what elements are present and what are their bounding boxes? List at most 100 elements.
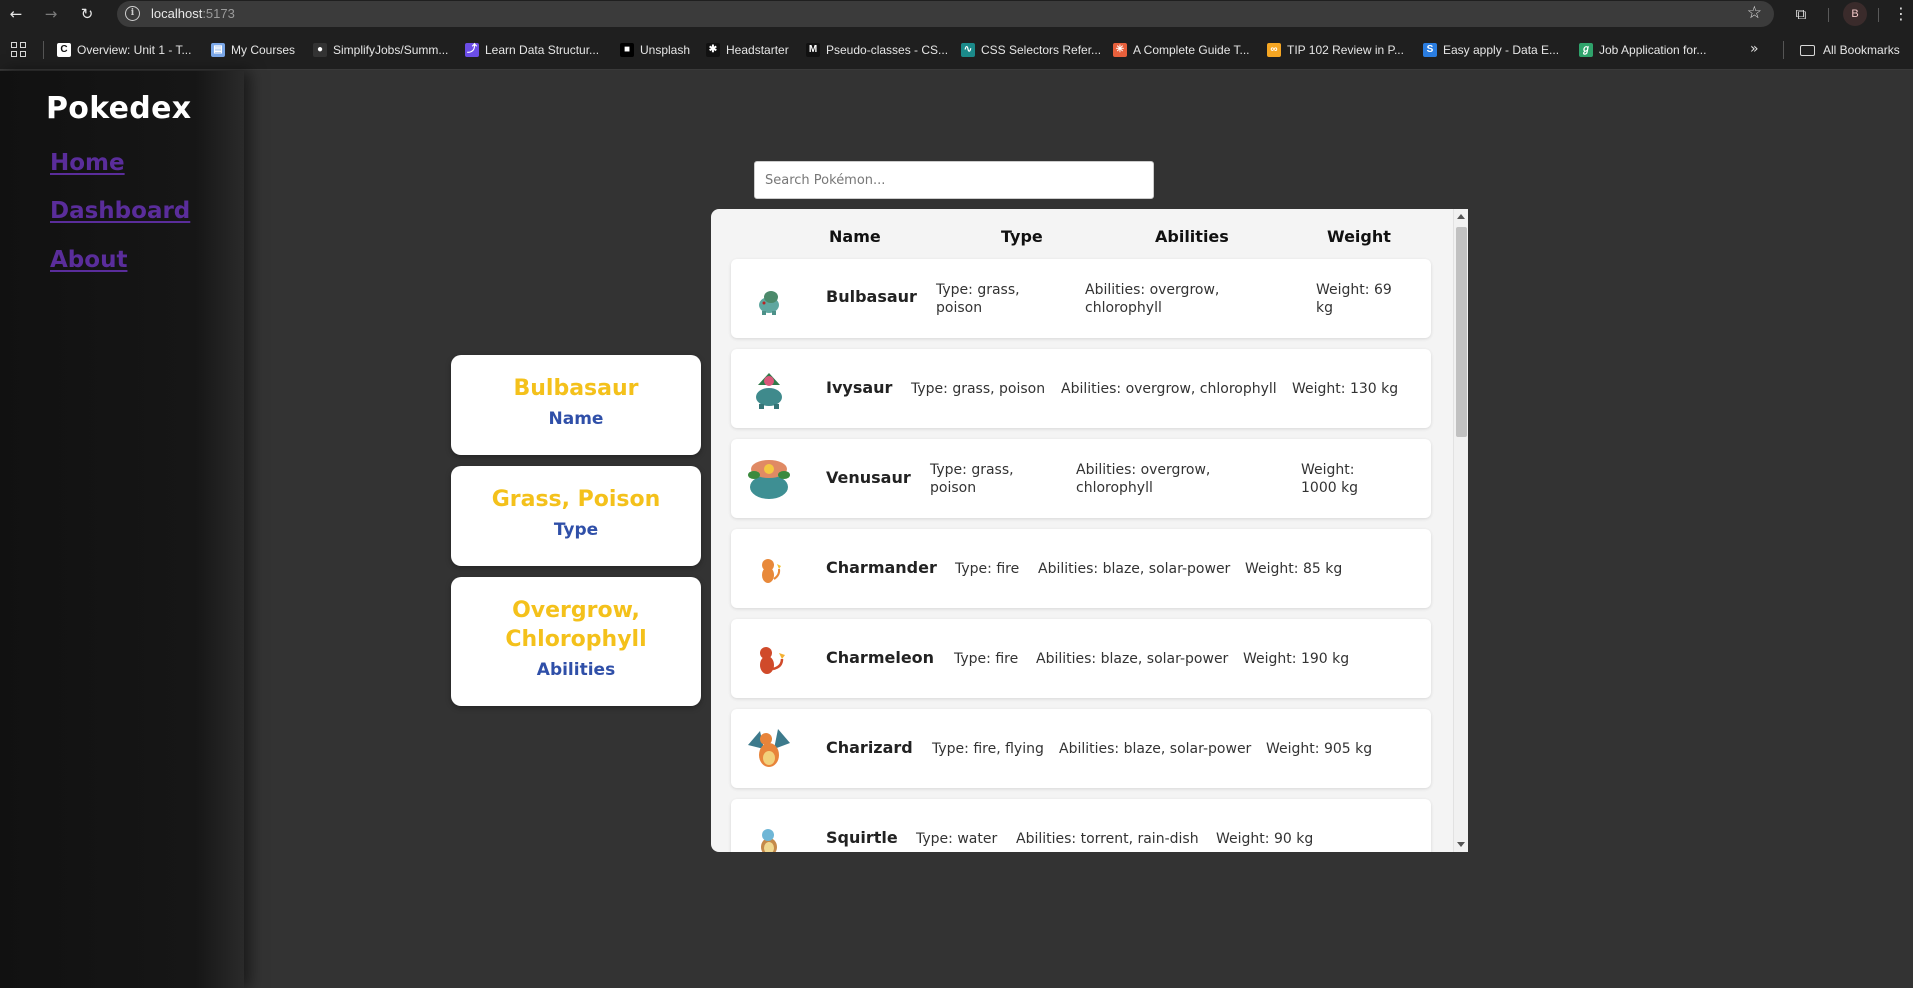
summary-card-value: Bulbasaur <box>513 376 639 401</box>
nav-link-about[interactable]: About <box>50 247 127 273</box>
pokemon-abilities: Abilities: blaze, solar-power <box>1038 561 1231 577</box>
apps-grid-icon[interactable] <box>11 42 27 58</box>
pokemon-type: Type: grass, poison <box>936 282 1020 316</box>
table-row[interactable]: Bulbasaur Type: grass, poison Abilities:… <box>731 259 1431 338</box>
all-bookmarks-label: All Bookmarks <box>1823 43 1900 57</box>
bookmark-item[interactable]: ⤴ Learn Data Structur... <box>465 40 599 60</box>
dsa-icon: ⤴ <box>465 43 479 57</box>
summary-card-value: Grass, Poison <box>491 487 661 512</box>
bookmark-item[interactable]: ▤ My Courses <box>211 40 295 60</box>
bookmark-item[interactable]: S Easy apply - Data E... <box>1423 40 1559 60</box>
pokemon-type: Type: fire <box>954 651 1019 667</box>
summary-card-label: Abilities <box>536 660 616 680</box>
reload-icon[interactable]: ↻ <box>77 4 97 24</box>
charmander-sprite-icon <box>762 559 781 583</box>
codepath-icon: ∞ <box>1267 43 1281 57</box>
pokemon-weight: Weight: 130 kg <box>1292 381 1399 397</box>
bookmark-label: My Courses <box>231 43 296 57</box>
search-input[interactable] <box>754 161 1154 199</box>
table-row[interactable]: Charmeleon Type: fire Abilities: blaze, … <box>731 619 1431 698</box>
bookmark-item[interactable]: ■ Unsplash <box>620 40 690 60</box>
pokemon-name: Venusaur <box>826 468 911 487</box>
table-header: Name Type Abilities Weight <box>711 209 1453 257</box>
nav-link-home[interactable]: Home <box>50 150 125 176</box>
bookmark-item[interactable]: ∞ TIP 102 Review in P... <box>1267 40 1404 60</box>
table-row[interactable]: Squirtle Type: water Abilities: torrent,… <box>731 799 1431 852</box>
bookmark-label: Headstarter <box>726 43 789 57</box>
summary-card-name: Bulbasaur Name <box>451 355 701 455</box>
url-text[interactable]: localhost:5173 <box>151 6 235 21</box>
pokemon-weight: Weight: 1000 kg <box>1301 462 1359 496</box>
table-row[interactable]: Charmander Type: fire Abilities: blaze, … <box>731 529 1431 608</box>
pokemon-abilities: Abilities: overgrow, chlorophyll <box>1085 282 1220 316</box>
pokemon-type: Type: fire <box>955 561 1020 577</box>
address-bar[interactable]: i localhost:5173 ☆ <box>117 1 1774 27</box>
pokemon-weight: Weight: 85 kg <box>1245 561 1343 577</box>
css-tricks-icon: ✳ <box>1113 43 1127 57</box>
courses-icon: ▤ <box>211 43 225 57</box>
pokemon-name: Bulbasaur <box>826 287 917 306</box>
pokemon-abilities: Abilities: overgrow, chlorophyll <box>1076 462 1211 496</box>
summary-card-type: Grass, Poison Type <box>451 466 701 566</box>
pokemon-weight: Weight: 190 kg <box>1243 651 1350 667</box>
github-icon: ● <box>313 43 327 57</box>
column-header-name: Name <box>829 227 881 246</box>
summary-card-label: Name <box>548 409 604 429</box>
scroll-down-arrow-icon[interactable] <box>1457 842 1465 847</box>
column-header-weight: Weight <box>1327 227 1391 246</box>
list-scrollbar[interactable] <box>1453 209 1468 852</box>
bookmarks-divider <box>43 41 44 59</box>
extensions-icon[interactable]: ⧉ <box>1791 4 1811 24</box>
scroll-up-arrow-icon[interactable] <box>1457 214 1465 219</box>
app-brand: Pokedex <box>46 91 192 126</box>
bookmark-label: Learn Data Structur... <box>485 43 600 57</box>
bookmark-item[interactable]: ● SimplifyJobs/Summ... <box>313 40 448 60</box>
pokemon-list-panel[interactable]: Name Type Abilities Weight Bulbasaur Typ… <box>711 209 1468 852</box>
pokemon-abilities: Abilities: overgrow, chlorophyll <box>1061 381 1277 397</box>
profile-avatar[interactable]: B <box>1843 2 1867 26</box>
bookmark-label: SimplifyJobs/Summ... <box>333 43 449 57</box>
simplify-icon: S <box>1423 43 1437 57</box>
canvas-icon: C <box>57 43 71 57</box>
pokemon-name: Ivysaur <box>826 378 893 397</box>
all-bookmarks-button[interactable]: All Bookmarks <box>1800 40 1900 60</box>
folder-icon <box>1800 44 1815 56</box>
bookmark-item[interactable]: ∿ CSS Selectors Refer... <box>961 40 1101 60</box>
table-row[interactable]: Ivysaur Type: grass, poison Abilities: o… <box>731 349 1431 428</box>
bookmark-item[interactable]: ✳ A Complete Guide T... <box>1113 40 1250 60</box>
bookmark-item[interactable]: ℊ Job Application for... <box>1579 40 1706 60</box>
pokemon-name: Charmeleon <box>826 648 935 667</box>
pokemon-weight: Weight: 905 kg <box>1266 741 1373 757</box>
pokemon-weight: Weight: 90 kg <box>1216 831 1314 847</box>
pokemon-weight: Weight: 69 kg <box>1316 282 1392 316</box>
sidebar: Pokedex Home Dashboard About <box>0 71 244 988</box>
greenhouse-icon: ℊ <box>1579 43 1593 57</box>
bookmark-item[interactable]: M Pseudo-classes - CS... <box>806 40 948 60</box>
pokemon-name: Charmander <box>826 558 937 577</box>
more-bookmarks-icon[interactable]: » <box>1750 41 1759 57</box>
table-row[interactable]: Charizard Type: fire, flying Abilities: … <box>731 709 1431 788</box>
bookmark-item[interactable]: C Overview: Unit 1 - T... <box>57 40 191 60</box>
nav-link-dashboard[interactable]: Dashboard <box>50 198 190 224</box>
bulbasaur-sprite-icon <box>759 291 779 315</box>
scrollbar-thumb[interactable] <box>1456 227 1467 437</box>
bookmark-star-icon[interactable]: ☆ <box>1747 3 1762 23</box>
bookmark-label: Unsplash <box>640 43 691 57</box>
site-info-icon[interactable]: i <box>125 6 140 21</box>
menu-dots-icon[interactable]: ⋮ <box>1893 4 1909 23</box>
pokemon-name: Charizard <box>826 738 913 757</box>
table-row[interactable]: Venusaur Type: grass, poison Abilities: … <box>731 439 1431 518</box>
squirtle-sprite-icon <box>761 829 777 852</box>
pokemon-type: Type: grass, poison <box>911 381 1046 397</box>
column-header-type: Type <box>1001 227 1043 246</box>
back-icon[interactable]: ← <box>6 4 26 24</box>
pokemon-abilities: Abilities: torrent, rain-dish <box>1016 831 1199 847</box>
summary-card-abilities: Overgrow, Chlorophyll Abilities <box>451 577 701 706</box>
bookmark-item[interactable]: ✱ Headstarter <box>706 40 789 60</box>
pokemon-name: Squirtle <box>826 828 898 847</box>
venusaur-sprite-icon <box>748 460 790 499</box>
bookmarks-divider <box>1783 41 1784 59</box>
pokemon-abilities: Abilities: blaze, solar-power <box>1036 651 1229 667</box>
w3-icon: ∿ <box>961 43 975 57</box>
forward-icon[interactable]: → <box>41 4 61 24</box>
